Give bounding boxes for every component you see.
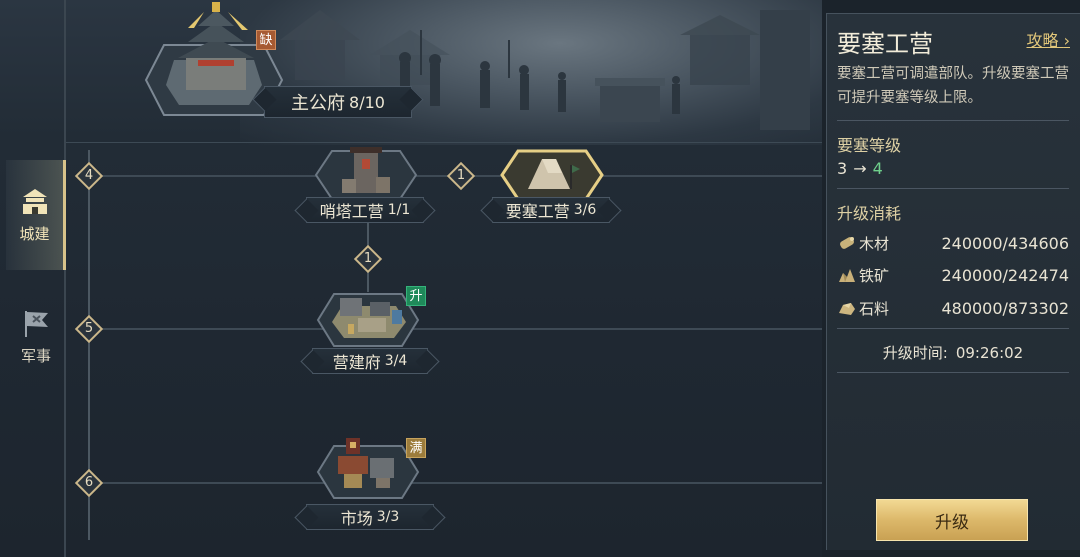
watchtower-icon xyxy=(342,147,390,193)
building-tower-camp[interactable]: 哨塔工营 1/1 xyxy=(300,145,430,225)
fortress-tent-icon xyxy=(528,159,580,189)
cost-name: 铁矿 xyxy=(859,266,890,285)
cost-row-wood: 木材 240000/434606 xyxy=(837,231,1069,255)
nav-tab-city-build[interactable]: 城建 xyxy=(6,160,66,270)
level-to: 4 xyxy=(872,159,883,178)
stone-icon xyxy=(839,303,855,315)
city-build-stage: 4 5 6 1 1 缺 主公府 8/10 哨塔工营 1/1 要塞工营 3/6 升… xyxy=(0,0,822,557)
nav-tab-military[interactable]: 军事 xyxy=(6,286,66,386)
building-count: 3/6 xyxy=(573,202,597,218)
wood-icon xyxy=(840,237,854,249)
tier-marker: 6 xyxy=(74,468,104,498)
panel-title: 要塞工营 xyxy=(837,30,933,58)
requirement-marker: 1 xyxy=(446,161,476,191)
cost-value: 240000/434606 xyxy=(941,233,1069,253)
cost-name: 木材 xyxy=(859,234,890,253)
nav-label: 城建 xyxy=(19,224,50,243)
time-label: 升级时间: xyxy=(882,344,948,362)
workshop-icon xyxy=(340,298,402,334)
upgrade-time: 升级时间: 09:26:02 xyxy=(827,342,1079,363)
divider xyxy=(837,372,1069,373)
city-icon xyxy=(22,188,47,214)
nav-divider xyxy=(64,0,66,557)
building-count: 3/3 xyxy=(376,509,400,525)
tier-6-line xyxy=(90,482,822,484)
construction-office-label: 营建府 3/4 xyxy=(312,348,428,374)
level-heading: 要塞等级 xyxy=(837,136,902,155)
cost-heading: 升级消耗 xyxy=(837,204,902,223)
guide-label: 攻略 xyxy=(1026,31,1059,50)
market-icon xyxy=(338,438,394,488)
building-name: 市场 xyxy=(340,509,373,528)
cost-value: 480000/873302 xyxy=(941,298,1069,318)
building-name: 主公府 xyxy=(291,93,346,114)
upgradeable-badge: 升 xyxy=(406,286,426,306)
fortress-camp-label: 要塞工营 3/6 xyxy=(492,197,610,223)
tier-marker: 4 xyxy=(74,161,104,191)
side-nav: 城建 军事 xyxy=(0,0,68,557)
main-palace-label: 主公府 8/10 xyxy=(264,86,412,118)
tower-camp-label: 哨塔工营 1/1 xyxy=(306,197,424,223)
building-main-palace[interactable]: 缺 主公府 8/10 xyxy=(140,0,430,125)
requirement-marker: 1 xyxy=(353,244,383,274)
divider xyxy=(66,142,822,143)
time-value: 09:26:02 xyxy=(955,344,1024,362)
building-count: 8/10 xyxy=(349,92,385,112)
building-count: 1/1 xyxy=(387,202,411,218)
level-change: 3 → 4 xyxy=(837,159,883,178)
missing-badge: 缺 xyxy=(256,30,276,50)
building-fortress-camp[interactable]: 要塞工营 3/6 xyxy=(486,145,616,225)
divider xyxy=(837,188,1069,189)
iron-ore-icon xyxy=(839,269,855,282)
building-market[interactable]: 满 市场 3/3 xyxy=(300,434,440,530)
building-name: 营建府 xyxy=(332,353,381,372)
arrow-right-icon: → xyxy=(853,159,867,178)
divider xyxy=(837,328,1069,329)
divider xyxy=(837,120,1069,121)
building-count: 3/4 xyxy=(384,353,408,369)
tier-marker: 5 xyxy=(74,314,104,344)
flag-icon xyxy=(25,310,48,337)
building-name: 哨塔工营 xyxy=(319,202,384,221)
cost-row-stone: 石料 480000/873302 xyxy=(837,296,1069,320)
building-name: 要塞工营 xyxy=(505,202,570,221)
nav-label: 军事 xyxy=(20,346,51,365)
building-detail-panel: 要塞工营 攻略 › 要塞工营可调遣部队。升级要塞工营可提升要塞等级上限。 要塞等… xyxy=(826,13,1080,550)
palace-icon xyxy=(178,2,254,90)
tier-5-line xyxy=(90,328,822,330)
panel-description: 要塞工营可调遣部队。升级要塞工营可提升要塞等级上限。 xyxy=(837,66,1069,106)
maxed-badge: 满 xyxy=(406,438,426,458)
level-from: 3 xyxy=(837,159,848,178)
cost-value: 240000/242474 xyxy=(941,265,1069,285)
cost-name: 石料 xyxy=(859,299,890,318)
upgrade-button[interactable]: 升级 xyxy=(876,499,1028,541)
market-label: 市场 3/3 xyxy=(306,504,434,530)
building-construction-office[interactable]: 升 营建府 3/4 xyxy=(300,284,440,376)
chevron-right-icon: › xyxy=(1063,31,1070,50)
cost-row-iron: 铁矿 240000/242474 xyxy=(837,263,1069,287)
guide-link[interactable]: 攻略 › xyxy=(1026,27,1070,51)
